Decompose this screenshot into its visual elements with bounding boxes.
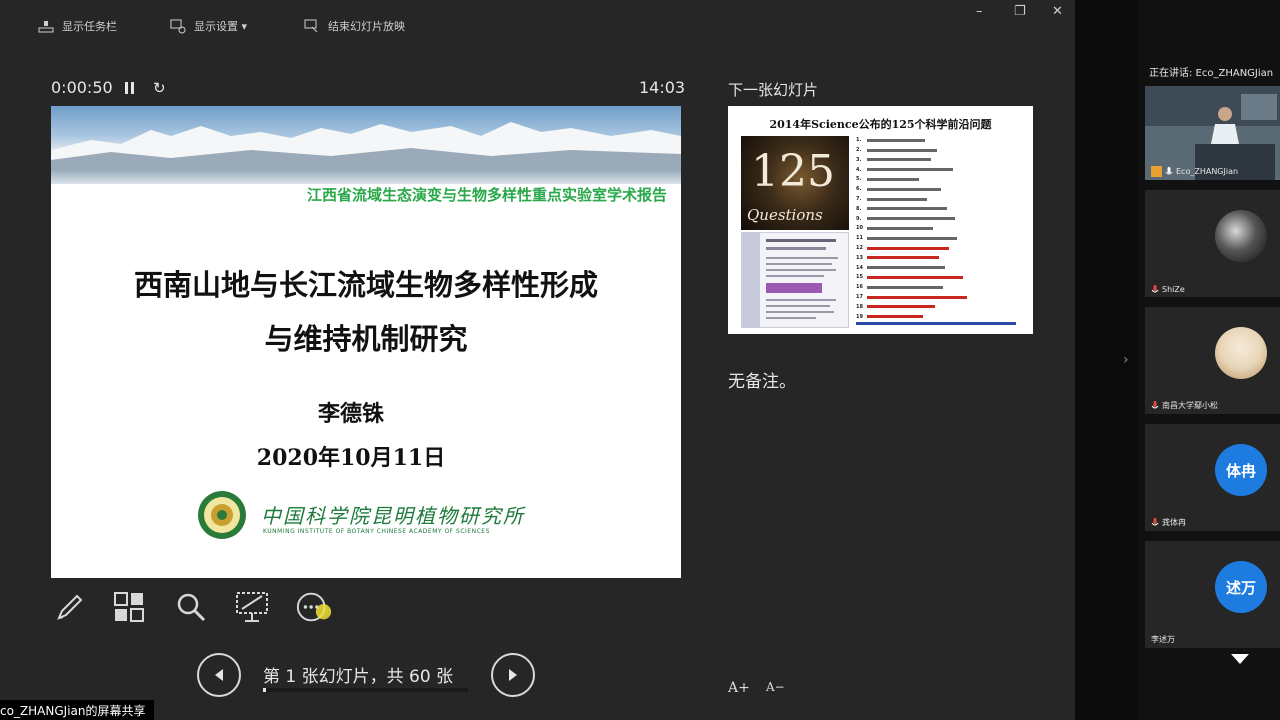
cover-word: Questions — [747, 206, 823, 224]
minimize-button[interactable]: – — [976, 4, 983, 19]
participant-tile[interactable]: 南昌大学鄢小松 — [1145, 307, 1280, 414]
science-cover-image: 125 Questions — [741, 136, 849, 230]
mic-icon — [1151, 401, 1159, 409]
show-taskbar-button[interactable]: 显示任务栏 — [38, 18, 117, 34]
mic-icon — [1151, 285, 1159, 293]
participant-tile[interactable]: Eco_ZHANGJian — [1145, 86, 1280, 180]
lab-subtitle: 江西省流域生态演变与生物多样性重点实验室学术报告 — [306, 186, 667, 204]
decrease-font-button[interactable]: A− — [766, 680, 785, 694]
participant-name: ShiZe — [1162, 285, 1185, 294]
current-slide[interactable]: 江西省流域生态演变与生物多样性重点实验室学术报告 西南山地与长江流域生物多样性形… — [51, 106, 681, 578]
pen-icon — [57, 594, 83, 620]
restore-button[interactable]: ❐ — [1014, 4, 1026, 19]
participant-name: 龚体冉 — [1162, 518, 1186, 527]
chevron-down-icon[interactable] — [1231, 654, 1249, 664]
pause-timer-button[interactable] — [124, 80, 136, 99]
clock: 14:03 — [639, 78, 686, 97]
participant-name-tag: 李述万 — [1151, 634, 1175, 645]
avatar: 体冉 — [1215, 444, 1267, 496]
taskbar-icon — [38, 21, 54, 33]
slide-date: 2020年10月11日 — [256, 445, 446, 471]
see-all-slides-button[interactable] — [110, 588, 148, 626]
cover-number: 125 — [751, 146, 835, 197]
participant-name: Eco_ZHANGJian — [1176, 167, 1239, 176]
prev-icon — [215, 669, 223, 681]
next-slide-button[interactable] — [491, 653, 535, 697]
display-settings-icon — [170, 19, 186, 34]
increase-font-button[interactable]: A+ — [728, 680, 750, 696]
display-settings-label: 显示设置 ▾ — [194, 20, 248, 33]
institute-name-cn: 中国科学院昆明植物研究所 — [261, 504, 525, 528]
avatar — [1215, 327, 1267, 379]
participant-name-tag: 南昌大学鄢小松 — [1151, 400, 1218, 411]
mountain-banner — [51, 106, 681, 184]
mic-icon — [1165, 167, 1173, 175]
slide-title-line2: 与维持机制研究 — [264, 322, 468, 356]
zoom-button[interactable] — [172, 588, 210, 626]
speaking-indicator: 正在讲话: Eco_ZHANGJian — [1149, 68, 1274, 79]
collapse-panel-chevron-icon[interactable]: › — [1123, 352, 1129, 368]
questions-list: 1. 2. 3. 4. 5. 6. 7. 8. 9. 10 11 12 13 1… — [856, 136, 1026, 322]
elapsed-timer: 0:00:50 — [51, 78, 113, 97]
previous-slide-button[interactable] — [197, 653, 241, 697]
webpage-thumbnail — [741, 232, 849, 328]
zoom-icon — [177, 593, 206, 622]
end-slideshow-label: 结束幻灯片放映 — [328, 20, 405, 33]
pen-tool-button[interactable] — [50, 588, 88, 626]
slide-counter: 第 1 张幻灯片，共 60 张 — [263, 667, 454, 687]
restart-icon: ↻ — [153, 79, 166, 97]
participant-name: 南昌大学鄢小松 — [1162, 401, 1218, 410]
close-button[interactable]: ✕ — [1052, 4, 1063, 19]
participant-tile[interactable]: 述万 李述万 — [1145, 541, 1280, 648]
restart-timer-button[interactable]: ↻ — [153, 79, 166, 97]
avatar: 述万 — [1215, 561, 1267, 613]
black-screen-button[interactable] — [233, 588, 271, 626]
show-taskbar-label: 显示任务栏 — [62, 20, 117, 33]
participant-name-tag: Eco_ZHANGJian — [1151, 166, 1238, 177]
more-options-button[interactable] — [295, 588, 333, 626]
source-link — [856, 322, 1016, 325]
speaker-notes: 无备注。 — [728, 372, 796, 392]
pause-icon — [125, 82, 134, 94]
institute-logo — [198, 491, 246, 539]
mic-icon — [1151, 518, 1159, 526]
slide-progress-fill — [263, 688, 267, 692]
avatar — [1215, 210, 1267, 262]
end-slideshow-button[interactable]: 结束幻灯片放映 — [304, 18, 405, 34]
end-show-icon — [304, 19, 318, 33]
participant-tile[interactable]: ShiZe — [1145, 190, 1280, 297]
display-settings-button[interactable]: 显示设置 ▾ — [170, 18, 247, 34]
next-slide-preview[interactable]: 2014年Science公布的125个科学前沿问题 125 Questions … — [728, 106, 1033, 334]
participant-tile[interactable]: 体冉 龚体冉 — [1145, 424, 1280, 531]
next-slide-title: 2014年Science公布的125个科学前沿问题 — [769, 118, 992, 131]
next-slide-label: 下一张幻灯片 — [728, 81, 819, 99]
slide-progress-bar — [263, 688, 468, 692]
participant-name-tag: ShiZe — [1151, 285, 1185, 294]
slide-author: 李德铢 — [317, 401, 384, 427]
participant-name-tag: 龚体冉 — [1151, 517, 1186, 528]
presenter-view: 显示任务栏 显示设置 ▾ 结束幻灯片放映 – ❐ ✕ 0:00:50 ↻ 14:… — [0, 0, 1075, 720]
institute-name-en: KUNMING INSTITUTE OF BOTANY CHINESE ACAD… — [263, 528, 490, 535]
avatar-badge — [1151, 166, 1162, 177]
screen-share-label: co_ZHANGJian的屏幕共享 — [0, 700, 154, 720]
participant-name: 李述万 — [1151, 635, 1175, 644]
more-icon — [296, 592, 332, 622]
subtitle-icon — [236, 592, 268, 622]
next-icon — [509, 669, 517, 681]
slide-title-line1: 西南山地与长江流域生物多样性形成 — [133, 268, 598, 302]
grid-icon — [114, 592, 144, 622]
